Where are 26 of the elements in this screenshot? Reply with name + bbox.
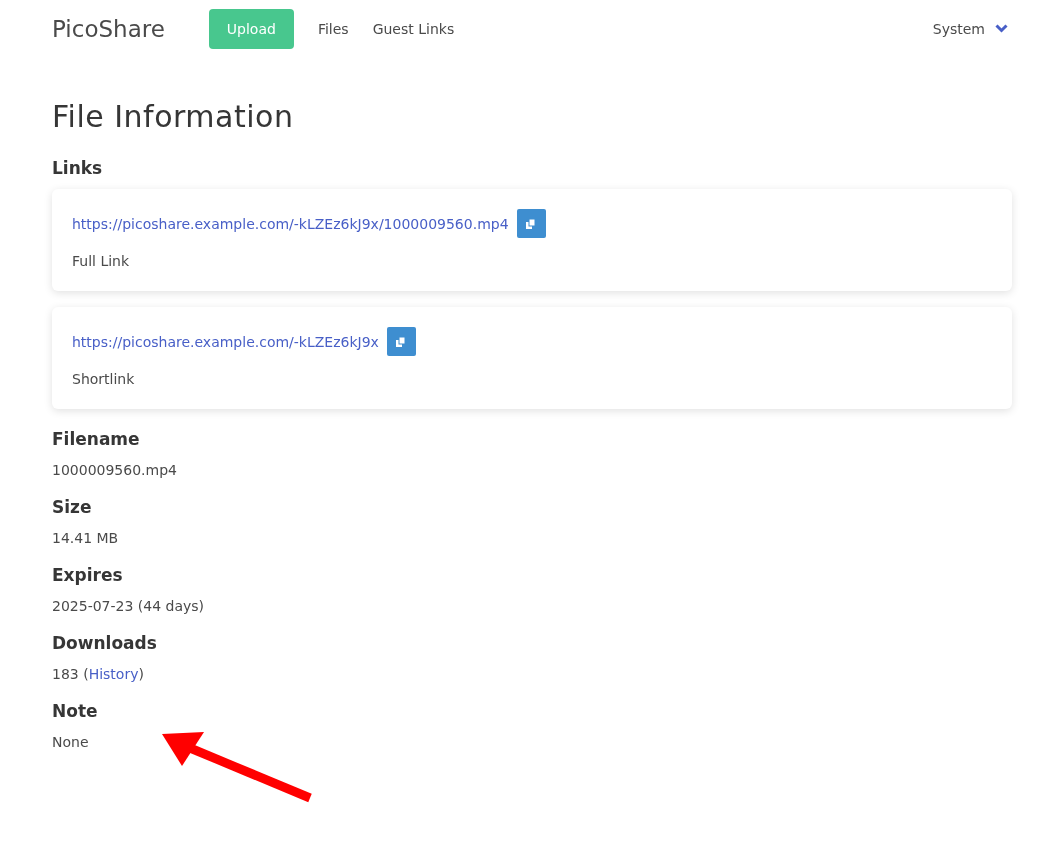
file-url-link[interactable]: https://picoshare.example.com/-kLZEz6kJ9x [72, 333, 379, 350]
nav-link[interactable]: Files [305, 12, 361, 45]
field-value: 183 (History) [52, 666, 145, 682]
field-label: Filename [52, 429, 141, 449]
history-link[interactable]: History [88, 666, 139, 682]
link-label: Shortlink [72, 371, 136, 387]
system-menu[interactable]: System [928, 12, 1012, 45]
brand-name[interactable]: PicoShare [52, 15, 165, 42]
nav-link[interactable]: Guest Links [360, 12, 467, 45]
copy-button[interactable] [516, 209, 546, 238]
link-label: Full Link [72, 253, 131, 269]
copy-icon [396, 336, 407, 347]
copy-icon [526, 218, 537, 229]
copy-button[interactable] [386, 327, 416, 356]
field-label: Note [52, 701, 99, 721]
section-heading: Links [52, 158, 104, 178]
field-label: Expires [52, 565, 124, 585]
chevron-down-icon [995, 24, 1008, 33]
field-label: Downloads [52, 633, 158, 653]
field-value: 1000009560.mp4 [52, 462, 178, 478]
field-label: Size [52, 497, 93, 517]
file-url-link[interactable]: https://picoshare.example.com/-kLZEz6kJ9x/1000009560.mp4 [72, 215, 509, 232]
field-value: 2025-07-23 (44 days) [52, 598, 206, 614]
page-title: File Information [52, 99, 295, 134]
field-value: None [52, 734, 90, 750]
field-value: 14.41 MB [52, 530, 120, 546]
